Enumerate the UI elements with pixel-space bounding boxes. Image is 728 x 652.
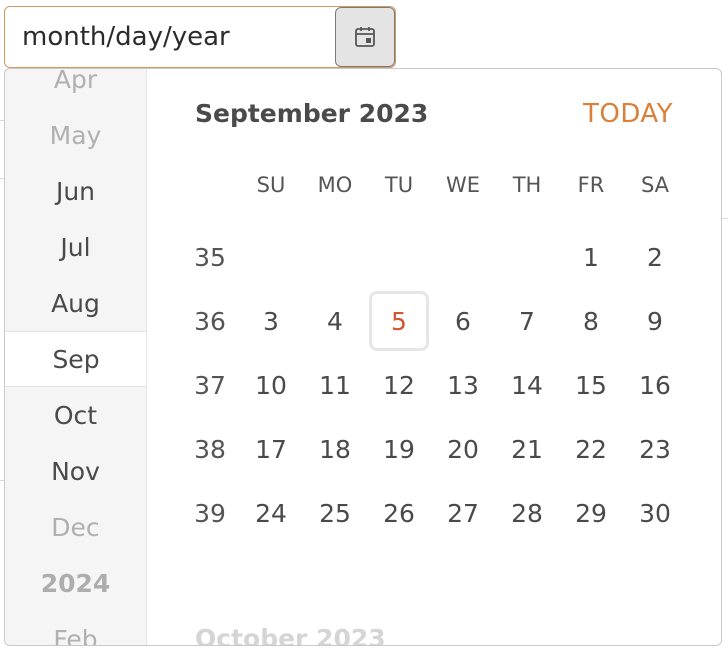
day-cell-12[interactable]: 12 bbox=[369, 355, 429, 415]
month-strip-item-sep[interactable]: Sep bbox=[5, 331, 146, 387]
next-month-title: October 2023 bbox=[195, 624, 386, 646]
day-cell-26[interactable]: 26 bbox=[369, 483, 429, 543]
day-cell-11[interactable]: 11 bbox=[305, 355, 365, 415]
today-button[interactable]: TODAY bbox=[583, 99, 673, 129]
day-cell-24[interactable]: 24 bbox=[241, 483, 301, 543]
week-number: 39 bbox=[194, 498, 226, 528]
day-cell-20[interactable]: 20 bbox=[433, 419, 493, 479]
day-cell-6[interactable]: 6 bbox=[433, 291, 493, 351]
weekday-header-su: SU bbox=[256, 173, 286, 197]
day-cell-28[interactable]: 28 bbox=[497, 483, 557, 543]
month-strip-item-jun[interactable]: Jun bbox=[5, 163, 146, 219]
day-cell-4[interactable]: 4 bbox=[305, 291, 365, 351]
day-cell-19[interactable]: 19 bbox=[369, 419, 429, 479]
day-cell-15[interactable]: 15 bbox=[561, 355, 621, 415]
date-input[interactable]: month/day/year bbox=[4, 6, 396, 68]
calendar-icon bbox=[355, 27, 375, 47]
day-cell-5[interactable]: 5 bbox=[369, 291, 429, 351]
day-cell-13[interactable]: 13 bbox=[433, 355, 493, 415]
date-input-text: month/day/year bbox=[22, 22, 230, 52]
month-strip-item-2024[interactable]: 2024 bbox=[5, 555, 146, 611]
weekday-header-th: TH bbox=[512, 173, 542, 197]
day-cell-23[interactable]: 23 bbox=[625, 419, 685, 479]
weekday-header-we: WE bbox=[445, 173, 481, 197]
month-strip[interactable]: Apr May Jun Jul Aug Sep Oct Nov Dec 2024 Feb bbox=[5, 69, 147, 645]
weekday-header-fr: FR bbox=[577, 173, 605, 197]
day-cell-7[interactable]: 7 bbox=[497, 291, 557, 351]
day-cell-22[interactable]: 22 bbox=[561, 419, 621, 479]
day-cell-2[interactable]: 2 bbox=[625, 227, 685, 287]
day-cell-3[interactable]: 3 bbox=[241, 291, 301, 351]
calendar-toggle-button[interactable] bbox=[335, 7, 395, 67]
weekday-header-sa: SA bbox=[640, 173, 670, 197]
datepicker-popup: Apr May Jun Jul Aug Sep Oct Nov Dec 2024 Feb Septe… bbox=[4, 68, 722, 646]
month-strip-item-oct[interactable]: Oct bbox=[5, 387, 146, 443]
month-strip-item-apr[interactable]: Apr bbox=[5, 69, 146, 107]
day-cell-8[interactable]: 8 bbox=[561, 291, 621, 351]
month-strip-item-jul[interactable]: Jul bbox=[5, 219, 146, 275]
day-cell-29[interactable]: 29 bbox=[561, 483, 621, 543]
day-cell-27[interactable]: 27 bbox=[433, 483, 493, 543]
day-cell-17[interactable]: 17 bbox=[241, 419, 301, 479]
weekday-header-mo: MO bbox=[317, 173, 353, 197]
week-number: 38 bbox=[194, 434, 226, 464]
month-strip-item-aug[interactable]: Aug bbox=[5, 275, 146, 331]
week-number: 35 bbox=[194, 242, 226, 272]
month-strip-item-feb[interactable]: Feb bbox=[5, 611, 146, 646]
day-cell-25[interactable]: 25 bbox=[305, 483, 365, 543]
month-strip-item-may[interactable]: May bbox=[5, 107, 146, 163]
day-cell-30[interactable]: 30 bbox=[625, 483, 685, 543]
day-cell-9[interactable]: 9 bbox=[625, 291, 685, 351]
weekday-header-tu: TU bbox=[384, 173, 414, 197]
month-strip-item-nov[interactable]: Nov bbox=[5, 443, 146, 499]
day-cell-21[interactable]: 21 bbox=[497, 419, 557, 479]
month-strip-item-dec[interactable]: Dec bbox=[5, 499, 146, 555]
day-cell-1[interactable]: 1 bbox=[561, 227, 621, 287]
day-cell-18[interactable]: 18 bbox=[305, 419, 365, 479]
day-cell-14[interactable]: 14 bbox=[497, 355, 557, 415]
day-cell-10[interactable]: 10 bbox=[241, 355, 301, 415]
week-number: 36 bbox=[194, 306, 226, 336]
day-cell-16[interactable]: 16 bbox=[625, 355, 685, 415]
week-number: 37 bbox=[194, 370, 226, 400]
calendar-month-title: September 2023 bbox=[195, 99, 429, 128]
